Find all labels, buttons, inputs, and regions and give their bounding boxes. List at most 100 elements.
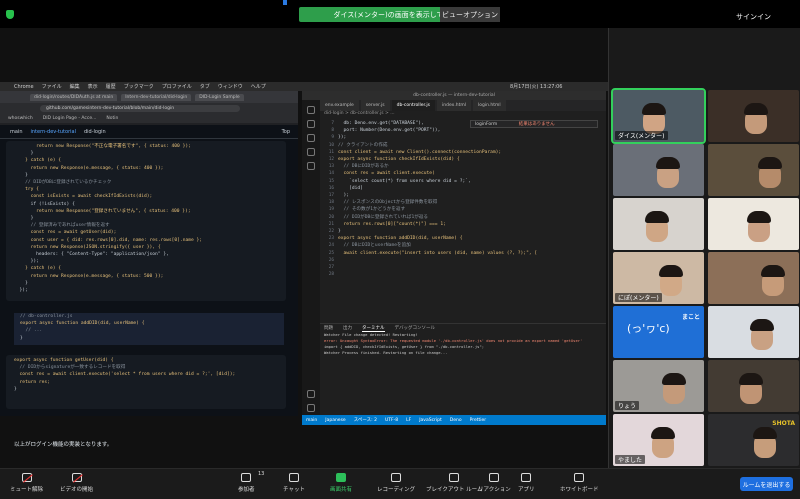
code-line: const client = await new Client().connec… [338,149,502,155]
security-shield-icon[interactable] [6,10,14,19]
participant-tile[interactable] [613,198,704,250]
red-slash [22,474,33,484]
branch-selector[interactable]: main [10,129,23,135]
top-button[interactable]: Top [282,129,290,135]
status-item[interactable]: Japanese [325,418,345,423]
view-options-button[interactable]: ビューオプション [440,7,500,22]
mac-menu-item[interactable]: 表示 [88,83,98,90]
browser-tab[interactable]: did-login/routes/DIDAuth.js at main [30,93,118,101]
status-item[interactable]: スペース: 2 [354,417,377,423]
participant-tile[interactable] [708,198,799,250]
code-line: headers: { "Content-Type": "application/… [14,252,169,258]
code-line: const res = await client.execute( [338,171,435,177]
code-line: // DBにDIDがあるか [338,164,389,170]
status-item[interactable]: LF [406,418,411,423]
code-line: // その数が1かどうかを返す [338,207,406,213]
explorer-icon[interactable] [307,106,315,114]
editor-tab[interactable]: login.html [473,100,506,111]
extensions-icon[interactable] [307,162,315,170]
panel-tab[interactable]: デバッグコンソール [395,325,436,331]
start-video-button[interactable]: ビデオの開始 [60,473,93,493]
chat-icon [288,473,299,482]
code-line: } [14,386,17,392]
mac-menu-item[interactable]: 編集 [70,83,80,90]
mac-menu-item[interactable]: ヘルプ [251,83,266,90]
editor-tab[interactable]: db-controller.js [391,100,436,111]
mac-menu-item[interactable]: ファイル [42,83,62,90]
participant-hair [747,211,771,223]
code-line: export async function addDID(did, userNa… [338,236,463,242]
code-line: return res.rows[0]["count(*)"] === 1; [338,221,446,227]
browser-tab[interactable]: Intern-dev-tutorial/did-login [121,93,192,101]
reactions-button[interactable]: リアクション [478,473,511,493]
code-line: // クライアントの作成 [338,142,388,148]
repo-link[interactable]: intern-dev-tutorial [31,129,76,135]
participant-tile[interactable] [708,360,799,412]
panel-tab[interactable]: 出力 [343,325,352,331]
participant-hair [753,427,777,439]
address-bar[interactable]: github.com/gamesintern-dev-tutorial/blob… [40,105,240,112]
participant-tile[interactable] [708,144,799,196]
code-line: } catch (e) { [14,158,62,164]
panel-tab[interactable]: ターミナル [362,325,385,332]
reactions-icon [489,473,500,482]
participant-tile[interactable] [708,252,799,304]
code-line: try { [14,187,39,193]
source-control-icon[interactable] [307,134,315,142]
bookmark-item[interactable]: DID Login Page - Acce... [43,116,97,121]
search-icon[interactable] [307,120,315,128]
status-item[interactable]: JavaScript [419,418,442,423]
top-marker [283,0,287,5]
editor-tab[interactable]: server.js [360,100,390,111]
participant-tile[interactable] [708,90,799,142]
mac-menu-item[interactable]: タブ [200,83,210,90]
participant-tile[interactable]: りょう [613,360,704,412]
toolbar-label: ホワイトボード [560,487,599,493]
browser-tab[interactable]: DID-Login Sample [195,93,244,101]
participants-button[interactable]: 参加者 [238,473,255,493]
toolbar-label: チャット [283,487,305,493]
panel-tab[interactable]: 問題 [324,325,333,331]
participant-tile[interactable]: ダイス(メンター) [611,88,706,144]
breakout-rooms-button[interactable]: ブレイクアウト ルーム [426,473,482,493]
mac-menu-item[interactable]: プロファイル [162,83,192,90]
code-line: // DIDがDBに登録されているかチェック [14,180,112,186]
debug-icon[interactable] [307,148,315,156]
mac-menu-item[interactable]: Chrome [14,84,34,90]
participant-tile[interactable]: やました [613,414,704,466]
unmute-button[interactable]: ミュート解除 [10,473,43,493]
account-icon[interactable] [307,390,315,398]
participant-hair [656,157,680,169]
apps-button[interactable]: アプリ [518,473,535,493]
code-line: } [14,216,34,222]
code-line: export async function addDID(did, userNa… [20,321,145,327]
leave-room-button[interactable]: ルームを退出する [740,477,793,491]
participant-tile[interactable]: SHOTA [708,414,799,466]
bookmark-item[interactable]: whoswhich [8,116,33,121]
editor-tab[interactable]: env.example [320,100,359,111]
terminal-output[interactable]: Watcher File change detected! Restarting… [324,332,604,356]
status-item[interactable]: Deno [450,418,462,423]
participant-name: ダイス(メンター) [615,131,668,140]
participant-tile[interactable]: (っ'ヮ'c) まこと [613,306,704,358]
status-item[interactable]: Prettier [470,418,487,423]
editor-tab[interactable]: index.html [437,100,472,111]
share-screen-button[interactable]: 画面共有 [330,473,352,493]
sign-in-link[interactable]: サインイン [736,12,771,22]
chat-button[interactable]: チャット [283,473,305,493]
toolbar-label: 参加者 [238,487,255,493]
toolbar-label: レコーディング [377,487,416,493]
participant-tile[interactable] [613,144,704,196]
whiteboard-button[interactable]: ホワイトボード [560,473,599,493]
editor-code[interactable]: db: Deno.env.get("DATABASE"), port: Numb… [338,120,598,257]
bookmark-item[interactable]: Notin [106,116,118,121]
participant-tile[interactable] [708,306,799,358]
mac-menu-item[interactable]: ブックマーク [124,83,154,90]
status-item[interactable]: UTF-8 [385,418,398,423]
settings-gear-icon[interactable] [307,404,315,412]
status-item[interactable]: main [306,418,317,423]
participant-tile[interactable]: にぽ(メンター) [613,252,704,304]
record-button[interactable]: レコーディング [377,473,415,493]
mac-menu-item[interactable]: 履歴 [106,83,116,90]
mac-menu-item[interactable]: ウィンドウ [218,83,243,90]
